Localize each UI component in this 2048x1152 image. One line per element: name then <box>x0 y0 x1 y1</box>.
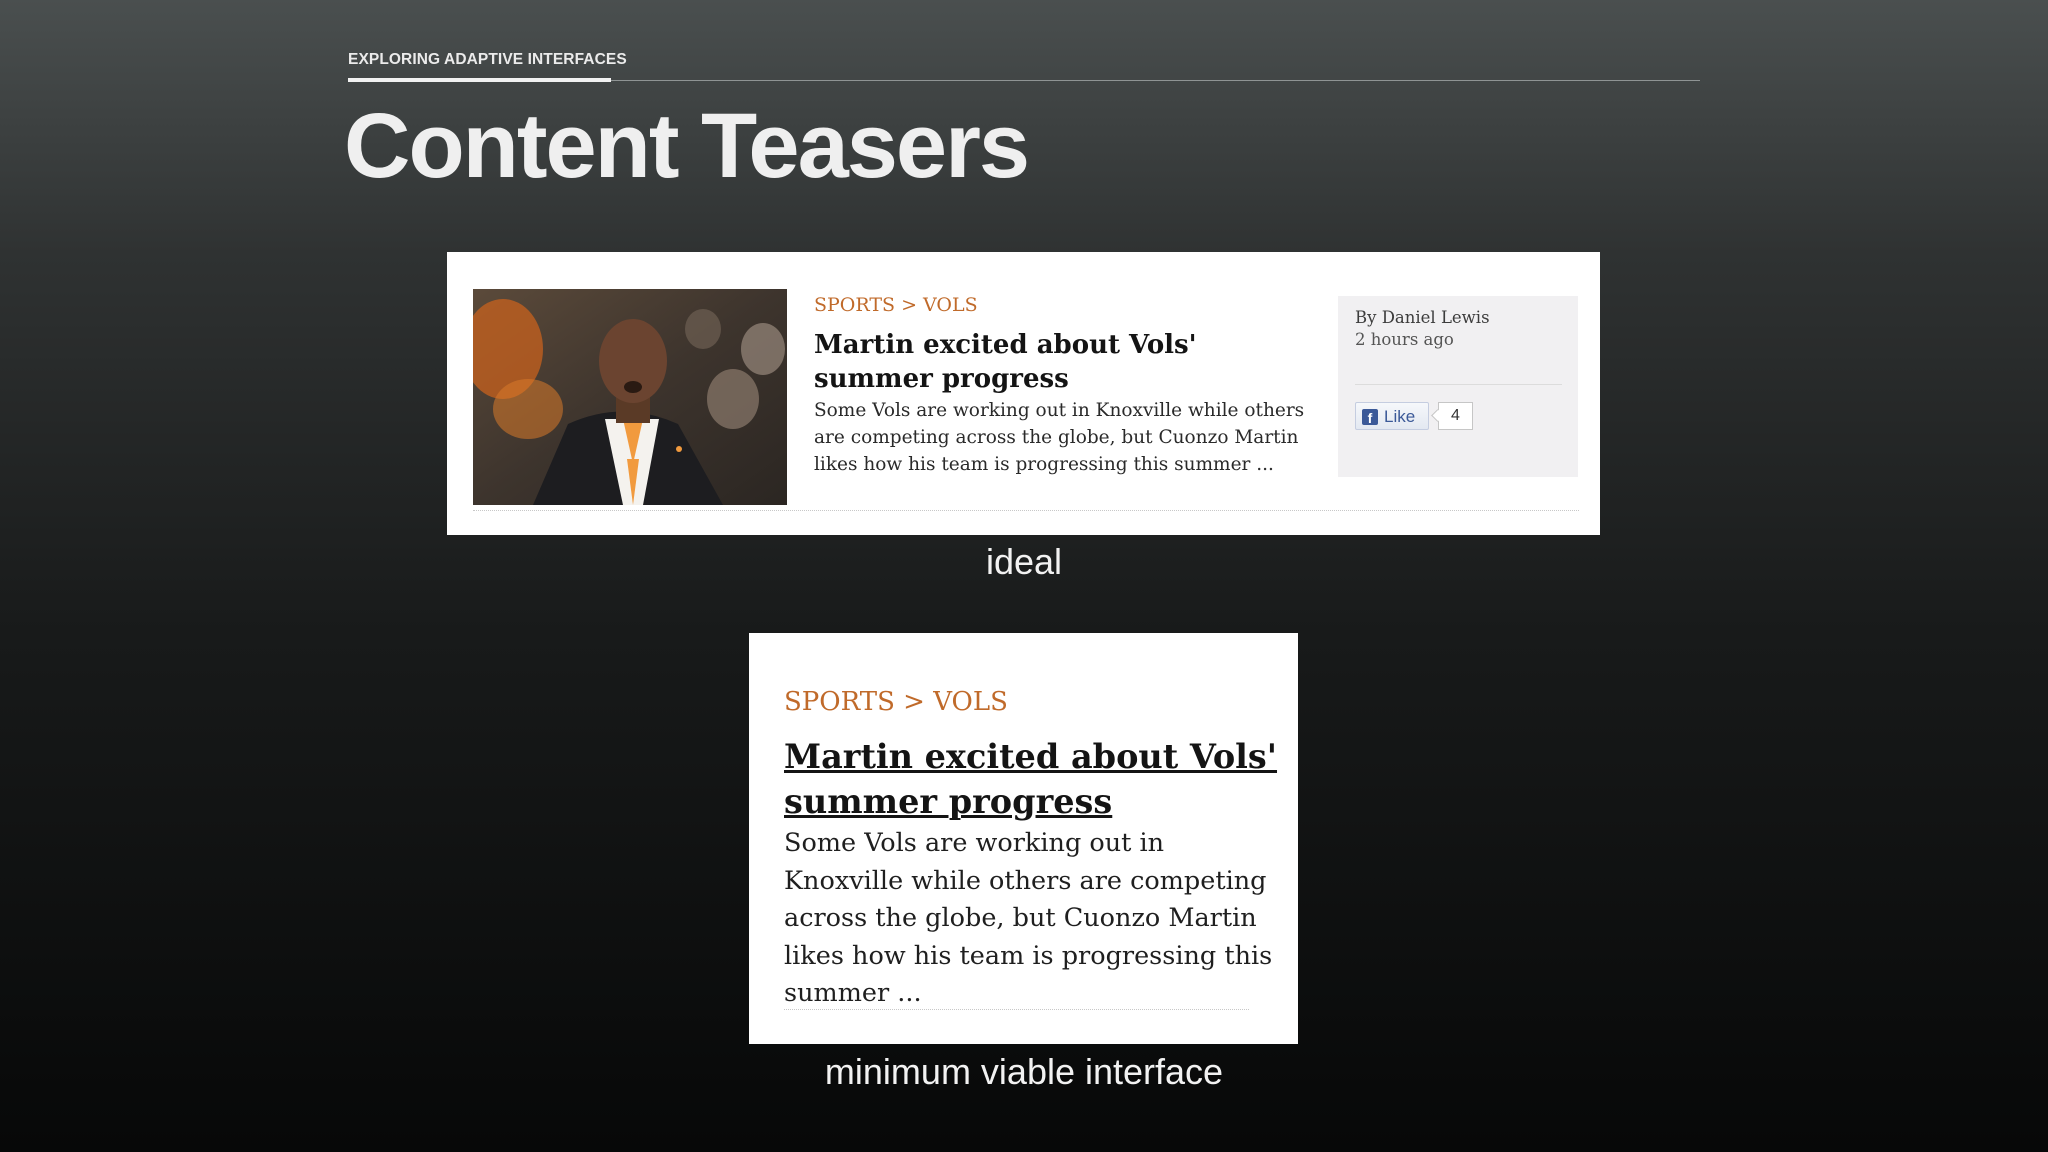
teaser-summary: Some Vols are working out in Knoxville w… <box>784 828 1273 1008</box>
facebook-like-button[interactable]: f Like <box>1355 402 1429 430</box>
teaser-divider <box>784 1009 1249 1010</box>
teaser-category[interactable]: SPORTS > VOLS <box>814 294 978 316</box>
teaser-summary: Some Vols are working out in Knoxville w… <box>814 400 1305 475</box>
byline-author: By Daniel Lewis <box>1355 308 1490 327</box>
ideal-caption: ideal <box>985 541 1063 582</box>
byline-timestamp: 2 hours ago <box>1355 330 1454 349</box>
teaser-headline[interactable]: Martin excited about Vols' summer progre… <box>784 734 1284 824</box>
minimum-teaser-card: SPORTS > VOLS Martin excited about Vols'… <box>749 633 1298 1044</box>
kicker-rule-accent <box>348 78 611 82</box>
teaser-headline[interactable]: Martin excited about Vols' summer progre… <box>814 328 1314 396</box>
slide-kicker: EXPLORING ADAPTIVE INTERFACES <box>348 51 627 68</box>
byline-divider <box>1355 384 1562 385</box>
teaser-category[interactable]: SPORTS > VOLS <box>784 687 1008 717</box>
like-label: Like <box>1384 407 1416 426</box>
byline-panel: By Daniel Lewis 2 hours ago f Like 4 <box>1338 296 1578 477</box>
facebook-icon: f <box>1362 409 1378 426</box>
teaser-divider <box>473 510 1579 511</box>
coach-photo[interactable] <box>473 289 787 505</box>
minimum-caption: minimum viable interface <box>824 1051 1224 1092</box>
slide-title: Content Teasers <box>344 95 1030 197</box>
like-count: 4 <box>1438 402 1473 430</box>
ideal-teaser-card: SPORTS > VOLS Martin excited about Vols'… <box>447 252 1600 535</box>
